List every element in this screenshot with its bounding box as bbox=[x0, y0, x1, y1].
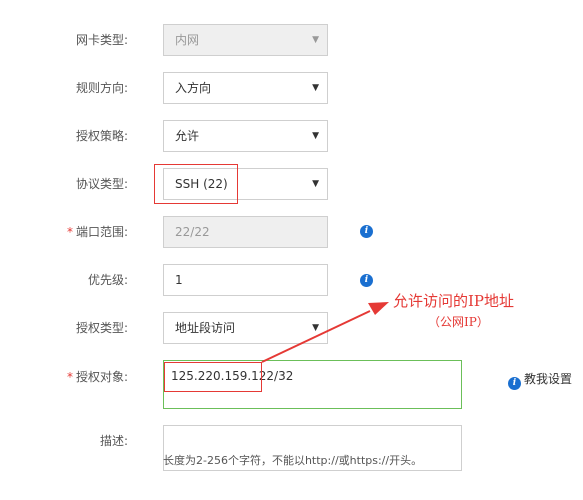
policy-select[interactable]: 允许 ▼ bbox=[163, 120, 328, 152]
priority-label: 优先级: bbox=[87, 273, 128, 287]
nic-type-value: 内网 bbox=[175, 33, 200, 47]
annotation-arrow-head bbox=[368, 302, 389, 315]
chevron-down-icon: ▼ bbox=[312, 323, 319, 333]
direction-select[interactable]: 入方向 ▼ bbox=[163, 72, 328, 104]
auth-object-label-text: 授权对象: bbox=[75, 370, 128, 384]
chevron-down-icon: ▼ bbox=[312, 35, 319, 45]
annotation-line2: （公网IP） bbox=[428, 315, 489, 329]
chevron-down-icon: ▼ bbox=[312, 131, 319, 141]
nic-type-select: 内网 ▼ bbox=[163, 24, 328, 56]
info-icon[interactable]: i bbox=[360, 225, 373, 238]
chevron-down-icon: ▼ bbox=[312, 179, 319, 189]
help-link-text: 教我设置 bbox=[524, 372, 573, 386]
policy-value: 允许 bbox=[175, 129, 200, 143]
policy-label: 授权策略: bbox=[75, 129, 128, 143]
ip-highlight-box bbox=[164, 362, 262, 392]
auth-type-value: 地址段访问 bbox=[175, 321, 236, 335]
priority-value: 1 bbox=[175, 273, 183, 287]
port-range-label: * 端口范围: bbox=[0, 224, 128, 240]
description-label: 描述: bbox=[99, 434, 128, 448]
auth-type-select[interactable]: 地址段访问 ▼ bbox=[163, 312, 328, 344]
priority-input[interactable]: 1 bbox=[163, 264, 328, 296]
info-icon: i bbox=[508, 377, 521, 390]
info-icon[interactable]: i bbox=[360, 274, 373, 287]
required-marker: * bbox=[66, 370, 73, 384]
protocol-highlight-box bbox=[154, 164, 238, 204]
port-range-label-text: 端口范围: bbox=[75, 225, 128, 239]
nic-type-label: 网卡类型: bbox=[75, 33, 128, 47]
protocol-label: 协议类型: bbox=[75, 177, 128, 191]
chevron-down-icon: ▼ bbox=[312, 83, 319, 93]
direction-label: 规则方向: bbox=[75, 81, 128, 95]
auth-type-label: 授权类型: bbox=[75, 321, 128, 335]
description-hint: 长度为2-256个字符，不能以http://或https://开头。 bbox=[163, 454, 423, 467]
port-range-input: 22/22 bbox=[163, 216, 328, 248]
direction-value: 入方向 bbox=[175, 81, 212, 95]
annotation-line1: 允许访问的IP地址 bbox=[393, 292, 515, 310]
required-marker: * bbox=[66, 225, 73, 239]
port-range-value: 22/22 bbox=[175, 225, 210, 239]
auth-object-label: * 授权对象: bbox=[0, 369, 128, 385]
help-link[interactable]: i 教我设置 bbox=[508, 370, 572, 390]
